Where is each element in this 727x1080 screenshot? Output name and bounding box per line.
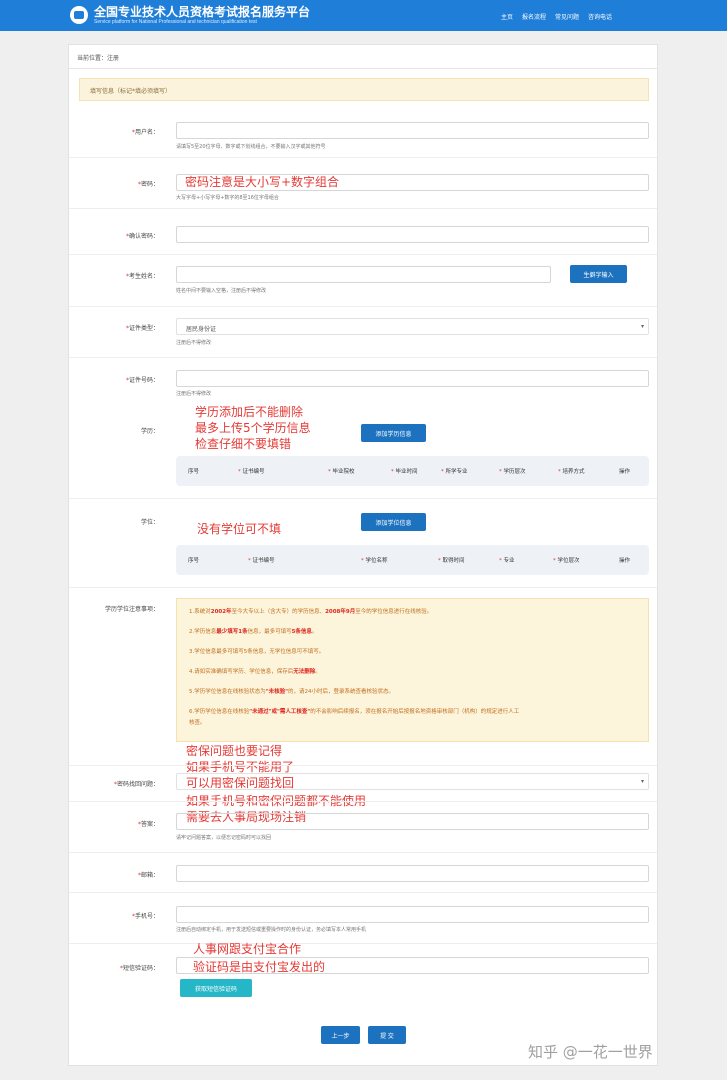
divider — [69, 157, 657, 158]
id-type-hint: 注册后不得修改 — [176, 340, 212, 346]
edu-notice-line-4: 4.请如实准确填写学历、学位信息，保存后无法删除。 — [189, 669, 321, 675]
divider — [69, 208, 657, 209]
divider — [69, 852, 657, 853]
degree-col-level: * 学位层次 — [553, 558, 580, 564]
nav-faq[interactable]: 常见问题 — [555, 12, 579, 21]
chevron-down-icon: ▾ — [641, 323, 645, 330]
education-col-index: 序号 — [188, 469, 200, 475]
name-label: *考生姓名： — [125, 273, 159, 280]
education-col-level: * 学历层次 — [499, 469, 526, 475]
degree-label: 学位： — [140, 519, 159, 526]
answer-label: *答案： — [137, 821, 159, 828]
id-type-value: 居民身份证 — [186, 326, 217, 333]
id-type-select[interactable] — [176, 318, 649, 335]
edu-notice-line-3: 3.学位信息最多可填写5条信息，无学位信息可不填写。 — [189, 649, 325, 655]
edu-notice-line-7: 核查。 — [189, 720, 206, 726]
education-col-grad-time: * 毕业时间 — [391, 469, 418, 475]
sms-code-input[interactable] — [176, 957, 649, 974]
watermark: 知乎 @一花一世界 — [528, 1043, 653, 1061]
nav-home[interactable]: 主页 — [501, 12, 513, 21]
divider — [69, 357, 657, 358]
sms-code-label: *短信验证码： — [119, 965, 159, 972]
degree-col-major: * 专业 — [499, 558, 515, 564]
id-number-input[interactable] — [176, 370, 649, 387]
edu-notice-line-5: 5.学历学位信息在线核验状态为"未核验"的，请24小时后，登录系统查看核验状态。 — [189, 689, 394, 695]
education-table-header: 序号 * 证书编号 * 毕业院校 * 毕业时间 * 所学专业 * 学历层次 * … — [176, 456, 649, 486]
degree-col-time: * 取得时间 — [438, 558, 465, 564]
name-input[interactable] — [176, 266, 551, 283]
submit-button[interactable]: 提 交 — [368, 1026, 406, 1044]
divider — [69, 943, 657, 944]
username-input[interactable] — [176, 122, 649, 139]
education-col-mode: * 培养方式 — [558, 469, 585, 475]
edu-notice-box: 1.系统对2002年至今大专以上（含大专）的学历信息、2008年9月至今的学位信… — [176, 598, 649, 742]
top-nav: 主页 报名流程 常见问题 咨询电话 — [501, 12, 612, 21]
annotation-education-3: 检查仔细不要填错 — [195, 437, 292, 451]
annotation-sms-1: 人事网跟支付宝合作 — [193, 942, 302, 956]
degree-col-name: * 学位名称 — [361, 558, 388, 564]
education-col-major: * 所学专业 — [441, 469, 468, 475]
add-degree-button[interactable]: 添加学位信息 — [361, 513, 426, 531]
divider — [69, 254, 657, 255]
annotation-degree: 没有学位可不填 — [197, 522, 282, 536]
get-sms-code-button[interactable]: 获取短信验证码 — [180, 979, 252, 997]
edu-notice-line-1: 1.系统对2002年至今大专以上（含大专）的学历信息、2008年9月至今的学位信… — [189, 609, 433, 615]
password-label: *密码： — [137, 181, 159, 188]
divider — [69, 587, 657, 588]
annotation-education-1: 学历添加后不能删除 — [195, 405, 304, 419]
required-notice: 填写信息（标记*填必须填写） — [79, 78, 649, 101]
phone-label: *手机号： — [131, 913, 159, 920]
breadcrumb: 当前位置：注册 — [77, 55, 120, 62]
degree-table-header: 序号 * 证书编号 * 学位名称 * 取得时间 * 专业 * 学位层次 操作 — [176, 545, 649, 575]
divider — [69, 68, 657, 69]
education-col-cert: * 证书编号 — [238, 469, 265, 475]
email-label: *邮箱： — [137, 872, 159, 879]
prev-button[interactable]: 上一步 — [321, 1026, 360, 1044]
education-col-school: * 毕业院校 — [328, 469, 355, 475]
degree-col-action: 操作 — [619, 558, 631, 564]
name-hint: 姓名中间不要输入空格，注册后不得修改 — [176, 288, 267, 294]
divider — [69, 765, 657, 766]
top-header: 全国专业技术人员资格考试报名服务平台 Service platform for … — [0, 0, 727, 31]
edu-notice-line-6: 6.学历学位信息在线核验"未通过"或"需人工核查"的不会影响后续报名，须在报名开… — [189, 709, 520, 715]
nav-process[interactable]: 报名流程 — [522, 12, 546, 21]
email-input[interactable] — [176, 865, 649, 882]
site-title[interactable]: 全国专业技术人员资格考试报名服务平台 — [94, 3, 310, 20]
education-col-action: 操作 — [619, 469, 631, 475]
confirm-password-label: *确认密码： — [125, 233, 159, 240]
degree-col-cert: * 证书编号 — [248, 558, 275, 564]
education-label: 学历： — [140, 428, 159, 435]
username-hint: 请填写5至20位字母、数字或下划线组合，不要输入汉字或其他符号 — [176, 144, 326, 150]
divider — [69, 306, 657, 307]
nav-contact[interactable]: 咨询电话 — [588, 12, 612, 21]
id-type-label: *证件类型： — [125, 325, 159, 332]
security-question-select[interactable] — [176, 773, 649, 790]
security-question-label: *密码找回问题： — [113, 781, 159, 788]
registration-panel: 当前位置：注册 填写信息（标记*填必须填写） *用户名： 请填写5至20位字母、… — [68, 44, 658, 1066]
add-education-button[interactable]: 添加学历信息 — [361, 424, 426, 442]
site-subtitle: Service platform for National Profession… — [94, 19, 257, 25]
divider — [69, 801, 657, 802]
username-label: *用户名： — [131, 129, 159, 136]
annotation-education-2: 最多上传5个学历信息 — [195, 421, 311, 435]
answer-input[interactable] — [176, 813, 649, 830]
password-hint: 大写字母+小写字母+数字的8至16位字母组合 — [176, 195, 279, 201]
annotation-password: 密码注意是大小写+数字组合 — [185, 175, 340, 189]
divider — [69, 498, 657, 499]
id-number-hint: 注册后不得修改 — [176, 391, 212, 397]
rare-char-input-button[interactable]: 生僻字输入 — [570, 265, 627, 283]
site-logo-icon[interactable] — [70, 6, 88, 24]
chevron-down-icon: ▾ — [641, 778, 645, 785]
edu-notice-label: 学历学位注意事项： — [104, 606, 159, 613]
phone-hint: 注册后自动绑定手机，用于发送短信或重要操作时的身份认证，务必填写本人常用手机 — [176, 927, 367, 933]
phone-input[interactable] — [176, 906, 649, 923]
id-number-label: *证件号码： — [125, 377, 159, 384]
divider — [69, 892, 657, 893]
confirm-password-input[interactable] — [176, 226, 649, 243]
answer-hint: 请牢记问题答案，以便忘记密码时可以找回 — [176, 835, 272, 841]
edu-notice-line-2: 2.学历信息最少填写1条信息，最多可填写5条信息。 — [189, 629, 318, 635]
degree-col-index: 序号 — [188, 558, 200, 564]
annotation-security-1: 密保问题也要记得 — [186, 744, 283, 758]
